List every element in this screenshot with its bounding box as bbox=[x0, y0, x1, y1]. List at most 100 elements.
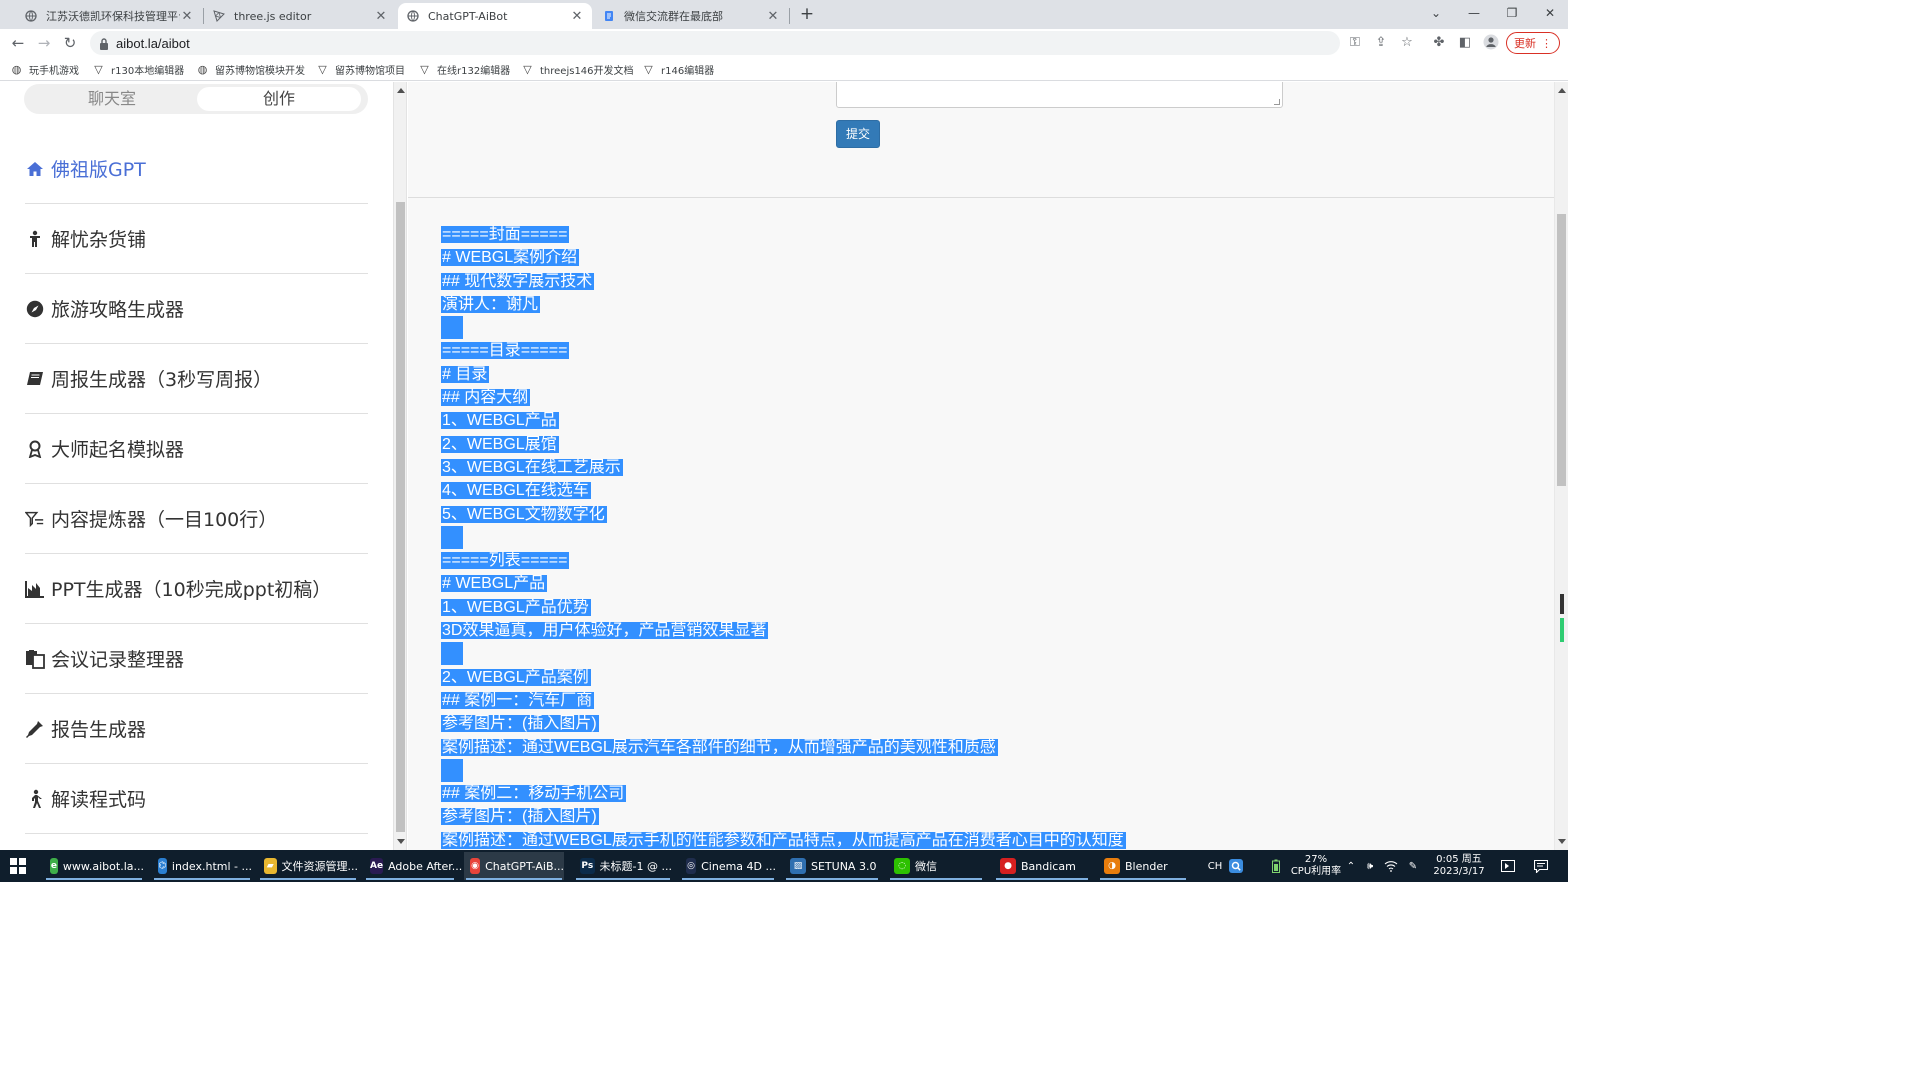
wifi-icon[interactable] bbox=[1383, 850, 1399, 882]
taskbar-app[interactable]: ◉ ChatGPT-AiB... bbox=[464, 852, 564, 880]
output-line[interactable]: 演讲人：谢凡 bbox=[441, 293, 1541, 316]
taskbar-app[interactable]: ▰ 文件资源管理... bbox=[258, 852, 358, 880]
new-tab-button[interactable]: + bbox=[798, 4, 816, 24]
sidebar-item-weekly[interactable]: 周报生成器（3秒写周报） bbox=[25, 344, 368, 414]
tab-create[interactable]: 创作 bbox=[197, 87, 361, 111]
minimize-icon[interactable]: — bbox=[1459, 3, 1489, 23]
tab-0[interactable]: 江苏沃德凯环保科技管理平台系统 ✕ bbox=[16, 3, 202, 29]
cpu-monitor[interactable]: 27% CPU利用率 bbox=[1288, 850, 1344, 882]
output-line[interactable]: 案例描述：通过WEBGL展示汽车各部件的细节，从而增强产品的美观性和质感 bbox=[441, 736, 1541, 759]
close-tab-icon[interactable]: ✕ bbox=[180, 9, 194, 24]
output-line[interactable] bbox=[441, 758, 1541, 782]
sidebar-scrollbar[interactable] bbox=[393, 82, 407, 850]
sidebar-item-travel[interactable]: 旅游攻略生成器 bbox=[25, 274, 368, 344]
output-line[interactable]: # 目录 bbox=[441, 363, 1541, 386]
output-line[interactable]: 参考图片：(插入图片) bbox=[441, 712, 1541, 735]
page-scrollbar[interactable] bbox=[1554, 82, 1568, 850]
taskbar-app[interactable]: ● Bandicam bbox=[994, 852, 1090, 880]
chevron-up-icon[interactable]: ⌃ bbox=[1344, 850, 1358, 882]
output-line[interactable]: 1、WEBGL产品优势 bbox=[441, 596, 1541, 619]
taskbar-app[interactable]: ⌬ index.html - ... bbox=[152, 852, 252, 880]
sidebar-item-extractor[interactable]: 内容提炼器（一目100行） bbox=[25, 484, 368, 554]
output-line[interactable]: 5、WEBGL文物数字化 bbox=[441, 503, 1541, 526]
close-tab-icon[interactable]: ✕ bbox=[766, 9, 780, 24]
profile-icon[interactable] bbox=[1482, 34, 1500, 52]
clock[interactable]: 0:05 周五 2023/3/17 bbox=[1428, 850, 1490, 882]
taskbar-app[interactable]: Ae Adobe After... bbox=[364, 852, 462, 880]
sidebar-item-ppt[interactable]: PPT生成器（10秒完成ppt初稿） bbox=[25, 554, 368, 624]
star-icon[interactable]: ☆ bbox=[1398, 34, 1416, 52]
side-panel-icon[interactable]: ◧ bbox=[1456, 34, 1474, 52]
scroll-down-icon[interactable] bbox=[1558, 839, 1566, 844]
output-line[interactable]: ## 案例二：移动手机公司 bbox=[441, 782, 1541, 805]
windows-start-icon[interactable] bbox=[10, 858, 26, 874]
key-icon[interactable]: ⚿ bbox=[1346, 34, 1364, 52]
output-line[interactable]: 1、WEBGL产品 bbox=[441, 409, 1541, 432]
output-line[interactable]: # WEBGL产品 bbox=[441, 572, 1541, 595]
tab-1[interactable]: three.js editor ✕ bbox=[204, 3, 396, 29]
output-line[interactable]: 2、WEBGL展馆 bbox=[441, 433, 1541, 456]
bookmark-item[interactable]: ▽ r130本地编辑器 bbox=[92, 61, 184, 77]
output-line[interactable]: 3、WEBGL在线工艺展示 bbox=[441, 456, 1541, 479]
scroll-down-icon[interactable] bbox=[397, 839, 405, 844]
submit-button[interactable]: 提交 bbox=[836, 120, 880, 148]
output-line[interactable] bbox=[441, 316, 1541, 340]
resize-grip-icon[interactable] bbox=[1274, 99, 1280, 105]
output-line[interactable]: 案例描述：通过WEBGL展示手机的性能参数和产品特点，从而提高产品在消费者心目中… bbox=[441, 829, 1541, 850]
output-line[interactable]: 参考图片：(插入图片) bbox=[441, 805, 1541, 828]
output-line[interactable]: =====封面===== bbox=[441, 223, 1541, 246]
close-tab-icon[interactable]: ✕ bbox=[374, 9, 388, 24]
sidebar-item-buddha-gpt[interactable]: 佛祖版GPT bbox=[25, 134, 368, 204]
restore-icon[interactable]: ❐ bbox=[1497, 3, 1527, 23]
bookmark-item[interactable]: ◍ 玩手机游戏 bbox=[10, 61, 79, 77]
scroll-up-icon[interactable] bbox=[1558, 88, 1566, 93]
output-line[interactable]: =====列表===== bbox=[441, 549, 1541, 572]
output-line[interactable]: 4、WEBGL在线选车 bbox=[441, 479, 1541, 502]
volume-icon[interactable]: 🕪 bbox=[1362, 850, 1378, 882]
forward-icon[interactable]: → bbox=[34, 33, 54, 53]
output-line[interactable]: ## 案例一：汽车厂商 bbox=[441, 689, 1541, 712]
update-button[interactable]: 更新 ⋮ bbox=[1506, 32, 1560, 54]
taskbar-app[interactable]: e www.aibot.la... bbox=[44, 852, 144, 880]
tab-search-icon[interactable]: ⌄ bbox=[1421, 3, 1451, 23]
close-tab-icon[interactable]: ✕ bbox=[570, 9, 584, 24]
bookmark-item[interactable]: ▽ r146编辑器 bbox=[642, 61, 714, 77]
bookmark-item[interactable]: ◍ 留苏博物馆模块开发 bbox=[196, 61, 305, 77]
share-icon[interactable]: ⇪ bbox=[1372, 34, 1390, 52]
taskbar-app[interactable]: ◎ Cinema 4D ... bbox=[680, 852, 776, 880]
scrollbar-thumb[interactable] bbox=[396, 202, 405, 832]
ime-indicator[interactable]: CH bbox=[1204, 850, 1226, 882]
notification-icon[interactable] bbox=[1530, 850, 1552, 882]
lock-icon[interactable] bbox=[98, 36, 112, 50]
address-bar[interactable]: aibot.la/aibot bbox=[90, 31, 1340, 55]
tab-3[interactable]: 微信交流群在最底部 ✕ bbox=[594, 3, 788, 29]
search-app-icon[interactable] bbox=[1227, 850, 1245, 882]
taskbar-app[interactable]: ▨ SETUNA 3.0 bbox=[784, 852, 880, 880]
scrollbar-thumb[interactable] bbox=[1557, 214, 1566, 486]
result-output[interactable]: =====封面===== # WEBGL案例介绍 ## 现代数字展示技术 演讲人：谢凡… bbox=[441, 223, 1541, 850]
bookmark-item[interactable]: ▽ threejs146开发文档 bbox=[521, 61, 633, 77]
output-line[interactable]: 3D效果逼真，用户体验好，产品营销效果显著 bbox=[441, 619, 1541, 642]
bookmark-item[interactable]: ▽ 留苏博物馆项目 bbox=[316, 61, 405, 77]
extensions-icon[interactable]: ✤ bbox=[1430, 34, 1448, 52]
battery-icon[interactable] bbox=[1268, 850, 1284, 882]
output-line[interactable]: =====目录===== bbox=[441, 339, 1541, 362]
sidebar-item-report[interactable]: 报告生成器 bbox=[25, 694, 368, 764]
output-line[interactable]: # WEBGL案例介绍 bbox=[441, 246, 1541, 269]
taskbar-app[interactable]: Ps 未标题-1 @ ... bbox=[574, 852, 672, 880]
sidebar-item-meeting[interactable]: 会议记录整理器 bbox=[25, 624, 368, 694]
tab-2[interactable]: ChatGPT-AiBot ✕ bbox=[398, 3, 592, 29]
taskbar-app[interactable]: ◑ Blender bbox=[1098, 852, 1188, 880]
output-line[interactable]: ## 现代数字展示技术 bbox=[441, 270, 1541, 293]
close-window-icon[interactable]: ✕ bbox=[1535, 3, 1565, 23]
tab-chatroom[interactable]: 聊天室 bbox=[30, 87, 194, 111]
prompt-textarea[interactable] bbox=[836, 82, 1283, 108]
desktop-window-icon[interactable] bbox=[1498, 850, 1518, 882]
scroll-up-icon[interactable] bbox=[397, 88, 405, 93]
sidebar-item-code[interactable]: 解读程式码 bbox=[25, 764, 368, 834]
output-line[interactable]: 2、WEBGL产品案例 bbox=[441, 666, 1541, 689]
pen-icon[interactable]: ✎ bbox=[1404, 850, 1422, 882]
sidebar-item-naming[interactable]: 大师起名模拟器 bbox=[25, 414, 368, 484]
bookmark-item[interactable]: ▽ 在线r132编辑器 bbox=[418, 61, 510, 77]
output-line[interactable] bbox=[441, 642, 1541, 666]
